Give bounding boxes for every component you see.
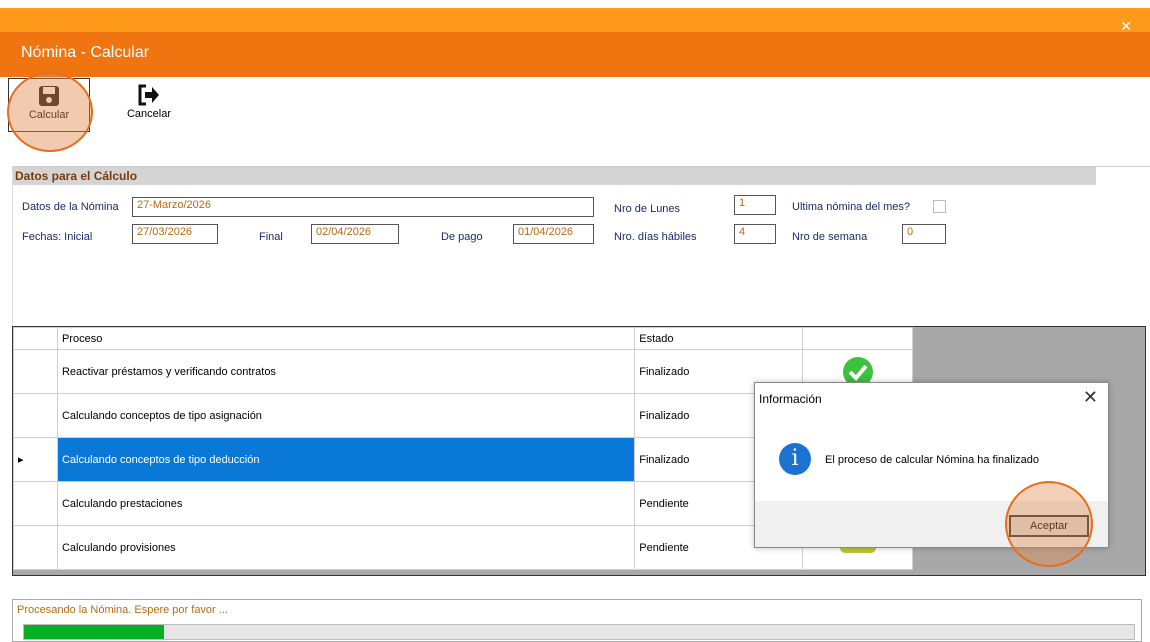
info-dialog: Información ✕ i El proceso de calcular N…	[754, 382, 1109, 548]
dias-habiles-field[interactable]: 4	[734, 224, 776, 244]
proceso-cell[interactable]: Calculando prestaciones	[56, 481, 636, 526]
dias-habiles-label: Nro. días hábiles	[614, 231, 697, 243]
grid-header-row: Proceso Estado	[13, 327, 913, 350]
row-header[interactable]	[13, 393, 58, 438]
nro-lunes-field[interactable]: 1	[734, 195, 776, 215]
progress-label: Procesando la Nómina. Espere por favor .…	[17, 604, 228, 616]
aceptar-button[interactable]: Aceptar	[1009, 515, 1089, 537]
proceso-cell[interactable]: Calculando conceptos de tipo asignación	[56, 393, 636, 438]
proceso-column-header[interactable]: Proceso	[56, 327, 636, 350]
proceso-cell[interactable]: Calculando conceptos de tipo deducción	[56, 437, 636, 482]
fecha-pago-field[interactable]: 01/04/2026	[513, 224, 594, 244]
datos-calculo-panel: Datos para el Cálculo Datos de la Nómina…	[12, 166, 1150, 326]
nomina-label: Datos de la Nómina	[22, 201, 119, 213]
nomina-field[interactable]: 27-Marzo/2026	[132, 197, 594, 217]
calcular-label: Calcular	[28, 109, 70, 121]
proceso-cell[interactable]: Calculando provisiones	[56, 525, 636, 570]
fechas-inicial-label: Fechas: Inicial	[22, 231, 93, 243]
ultima-nomina-checkbox[interactable]	[933, 200, 946, 213]
title-bar: Nómina - Calcular	[0, 32, 1150, 77]
row-header[interactable]	[13, 349, 58, 394]
progress-bar-fill	[24, 625, 164, 639]
cancelar-label: Cancelar	[126, 108, 172, 120]
save-icon	[39, 86, 59, 106]
progress-bar	[23, 624, 1135, 640]
dialog-message: El proceso de calcular Nómina ha finaliz…	[825, 454, 1040, 466]
nomina-calcular-window: _ ✕ Nómina - Calcular Calcular Cancelar …	[0, 0, 1150, 642]
fecha-final-field[interactable]: 02/04/2026	[311, 224, 399, 244]
close-icon[interactable]: ✕	[1083, 387, 1098, 408]
sign-out-icon	[138, 84, 159, 106]
row-header-current[interactable]: ▸	[13, 437, 58, 482]
estado-column-header[interactable]: Estado	[634, 327, 804, 350]
cancelar-button[interactable]: Cancelar	[114, 78, 184, 132]
proceso-cell[interactable]: Reactivar préstamos y verificando contra…	[56, 349, 636, 394]
row-header[interactable]	[13, 481, 58, 526]
progress-panel: Procesando la Nómina. Espere por favor .…	[12, 599, 1142, 642]
nro-semana-field[interactable]: 0	[902, 224, 946, 244]
fecha-final-label: Final	[259, 231, 283, 243]
ultima-nomina-label: Ultima nómina del mes?	[792, 201, 910, 213]
icon-column-header	[802, 327, 913, 350]
current-row-marker-icon: ▸	[18, 454, 24, 466]
window-top-strip: _ ✕	[0, 8, 1150, 34]
nro-lunes-label: Nro de Lunes	[614, 203, 681, 215]
fecha-pago-label: De pago	[441, 231, 483, 243]
fecha-inicial-field[interactable]: 27/03/2026	[132, 224, 218, 244]
dialog-title: Información	[759, 392, 822, 406]
nro-semana-label: Nro de semana	[792, 231, 868, 243]
datos-header: Datos para el Cálculo	[13, 167, 1096, 185]
calcular-button[interactable]: Calcular	[8, 78, 90, 132]
row-header-corner	[13, 327, 58, 350]
info-icon: i	[779, 443, 811, 475]
row-header[interactable]	[13, 525, 58, 570]
window-title: Nómina - Calcular	[21, 44, 150, 61]
